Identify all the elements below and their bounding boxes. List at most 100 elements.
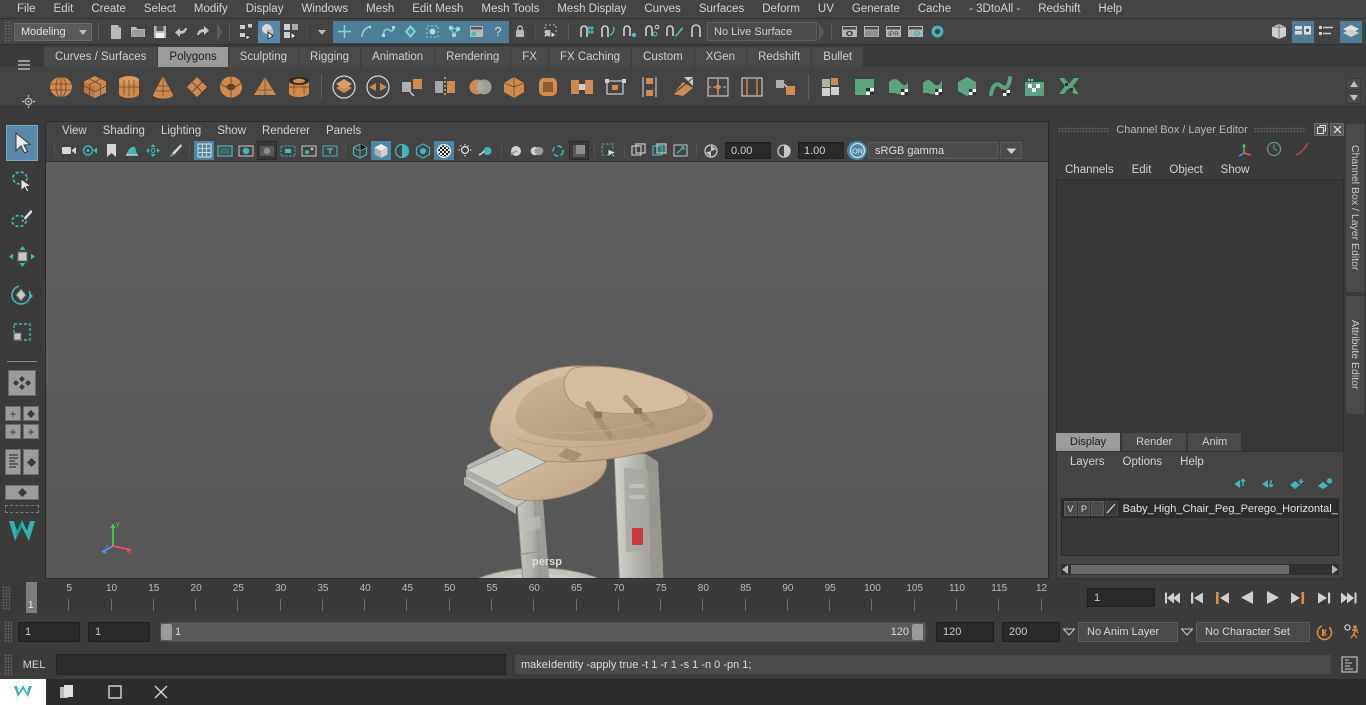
poly-torus-icon[interactable] [214,70,248,104]
shadows-icon[interactable] [455,141,475,160]
film-origin-icon[interactable] [278,141,298,160]
viewport-menu-shading[interactable]: Shading [95,122,153,140]
shaded-wireframe-icon[interactable] [392,141,412,160]
multi-cut-icon[interactable] [667,70,701,104]
shelf-tab-redshift[interactable]: Redshift [747,47,813,67]
insert-edge-loop-icon[interactable] [701,70,735,104]
menu-edit-mesh[interactable]: Edit Mesh [403,0,472,19]
xray-joints-icon[interactable] [299,141,319,160]
animation-preferences-icon[interactable] [1338,623,1366,642]
offset-edge-loop-icon[interactable] [735,70,769,104]
text-display-icon[interactable] [320,141,340,160]
use-default-light-icon[interactable] [434,141,454,160]
bridge-icon[interactable] [565,70,599,104]
bookmark-icon[interactable] [101,141,121,160]
outliner-icon[interactable] [1268,21,1290,43]
save-scene-icon[interactable] [149,21,171,43]
go-to-start-icon[interactable] [1163,588,1183,608]
layout-placeholder[interactable] [5,505,39,513]
camera-attributes-icon[interactable] [80,141,100,160]
rendering-mask-icon[interactable] [443,20,465,43]
attribute-editor-icon[interactable] [1292,20,1314,43]
script-editor-icon[interactable] [1338,654,1360,676]
range-start-time-field[interactable]: 1 [88,622,150,642]
menu-curves[interactable]: Curves [635,0,689,19]
menu-mesh-tools[interactable]: Mesh Tools [472,0,548,19]
layer-editor-tab-display[interactable]: Display [1056,433,1121,451]
shelf-tab-custom[interactable]: Custom [632,47,695,67]
question-mask-icon[interactable]: ? [487,20,509,43]
menu-windows[interactable]: Windows [292,0,357,19]
xray-joints2-icon[interactable] [650,141,670,160]
grease-pencil-icon[interactable] [164,141,184,160]
curves-mask-icon[interactable] [355,20,377,43]
redo-icon[interactable] [193,21,215,43]
layer-menu-help[interactable]: Help [1171,452,1213,472]
2d-pan-zoom-icon[interactable] [143,141,163,160]
panel-drag-grip[interactable] [1058,126,1111,133]
exposure-icon[interactable] [701,141,721,160]
view-fit-icon[interactable] [671,141,691,160]
scroll-right-icon[interactable] [1330,565,1338,574]
menu-modify[interactable]: Modify [185,0,237,19]
uv-editor-icon[interactable] [916,70,950,104]
exposure-value[interactable]: 0.00 [725,142,771,159]
four-pane-layout-icon[interactable]: + [23,424,39,439]
layer-shading-toggle[interactable] [1091,501,1104,516]
layer-list-scrollbar[interactable] [1061,564,1339,575]
shelf-tab-fx-caching[interactable]: FX Caching [548,47,633,67]
append-polygon-icon[interactable] [599,70,633,104]
dynamics-mask-icon[interactable] [421,20,443,43]
layer-editor-tab-render[interactable]: Render [1122,433,1187,451]
menu-display[interactable]: Display [237,0,293,19]
menu-help[interactable]: Help [1089,0,1131,19]
channelbox-menu-edit[interactable]: Edit [1123,160,1161,180]
create-new-layer-icon[interactable] [1289,477,1305,490]
gamma-icon[interactable] [774,141,794,160]
command-language-label[interactable]: MEL [12,659,56,671]
color-management-icon[interactable]: ON [847,141,867,160]
undo-icon[interactable] [171,21,193,43]
channelbox-menu-object[interactable]: Object [1160,160,1211,180]
film-gate-icon[interactable] [215,141,235,160]
menu-set-selector[interactable]: Modeling [14,22,92,41]
layer-menu-layers[interactable]: Layers [1061,452,1114,472]
tool-settings-icon[interactable] [1316,21,1338,43]
smooth-icon[interactable] [497,70,531,104]
anim-end-time-field[interactable]: 200 [1002,622,1060,642]
command-input[interactable] [56,654,506,675]
poly-pipe-icon[interactable] [282,70,316,104]
layer-list[interactable]: V P Baby_High_Chair_Peg_Perego_Horizonta… [1061,498,1339,556]
lock-icon[interactable] [509,21,531,43]
shelf-tab-rendering[interactable]: Rendering [435,47,512,67]
menu-create[interactable]: Create [82,0,135,19]
select-by-object-icon[interactable] [258,20,280,43]
viewport-menu-panels[interactable]: Panels [318,122,369,140]
close-icon[interactable] [138,679,184,705]
chevron-down-icon-2[interactable] [1178,628,1196,636]
shelf-tab-sculpting[interactable]: Sculpting [228,47,300,67]
mirror-icon[interactable] [429,70,463,104]
channelbox-menu-show[interactable]: Show [1212,160,1259,180]
live-surface-field[interactable]: No Live Surface [707,22,817,41]
isolate-select-icon[interactable] [569,141,589,160]
bevel-icon[interactable] [531,70,565,104]
make-live-icon[interactable] [685,21,707,43]
layer-playback-toggle[interactable]: P [1077,501,1091,516]
scroll-down-icon[interactable] [1346,92,1361,104]
quad-draw-icon[interactable] [848,70,882,104]
textured-icon[interactable] [413,141,433,160]
undock-icon[interactable] [1314,123,1328,136]
hypershade-icon[interactable] [926,21,948,43]
move-tool-icon[interactable] [6,239,38,275]
resolution-gate-icon[interactable] [236,141,256,160]
step-back-keyframe-icon[interactable] [1188,588,1208,608]
curve-icon[interactable] [1294,141,1310,157]
shelf-tab-xgen[interactable]: XGen [694,47,748,67]
menu-surfaces[interactable]: Surfaces [690,0,753,19]
select-camera-icon[interactable] [59,141,79,160]
shelf-tab-polygons[interactable]: Polygons [158,47,229,67]
step-forward-frame-icon[interactable] [1288,588,1308,608]
depth-peel-icon[interactable] [548,141,568,160]
menu-generate[interactable]: Generate [843,0,909,19]
